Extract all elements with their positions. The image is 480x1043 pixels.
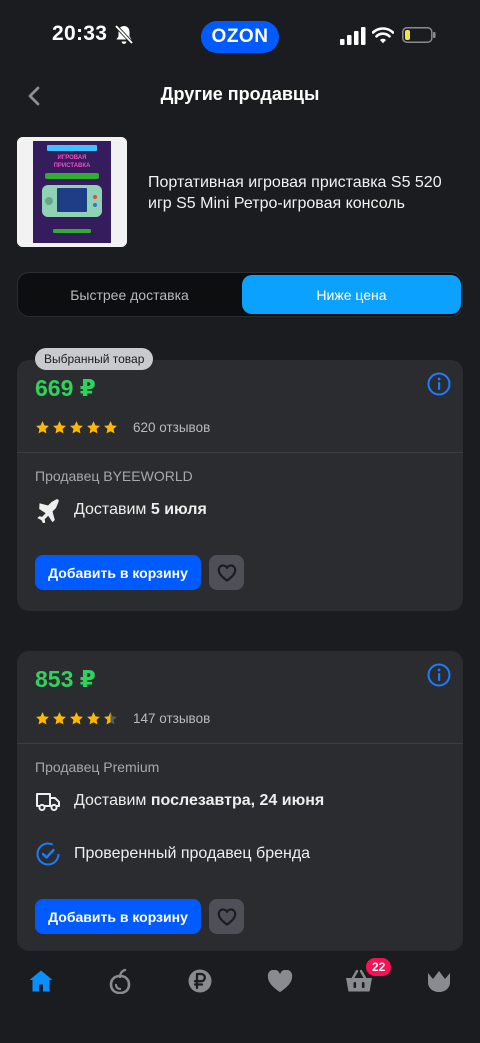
delivery-date-value: послезавтра, 24 июня — [150, 792, 325, 809]
star-icon — [87, 712, 100, 725]
box-text-line1: ИГРОВАЯ — [58, 155, 87, 161]
offer-price: 853 ₽ — [35, 666, 96, 692]
divider — [17, 452, 463, 453]
truck-icon — [36, 793, 60, 812]
fresh-icon — [109, 968, 131, 994]
heart-outline-icon — [217, 563, 236, 582]
bell-off-icon — [114, 24, 134, 45]
home-icon — [29, 970, 53, 992]
rating-stars — [35, 420, 118, 435]
product-image[interactable]: ИГРОВАЯ ПРИСТАВКА — [17, 137, 127, 247]
favorite-button[interactable] — [209, 555, 244, 590]
bottom-navigation: 22 — [0, 952, 480, 1043]
add-to-cart-button[interactable]: Добавить в корзину — [35, 899, 201, 934]
info-icon[interactable] — [427, 372, 451, 396]
divider — [17, 743, 463, 744]
reviews-count[interactable]: 147 отзывов — [133, 711, 210, 726]
tab-faster-delivery[interactable]: Быстрее доставка — [20, 275, 239, 314]
battery-icon — [402, 27, 436, 43]
delivery-date: Доставим послезавтра, 24 июня — [74, 792, 324, 810]
delivery-prefix: Доставим — [74, 792, 147, 809]
star-icon — [70, 712, 83, 725]
product-title: Портативная игровая приставка S5 520 игр… — [148, 174, 442, 212]
star-icon — [36, 421, 49, 434]
rating-stars — [35, 711, 118, 726]
status-time: 20:33 — [52, 22, 108, 45]
star-icon — [87, 421, 100, 434]
heart-outline-icon — [217, 907, 236, 926]
star-icon — [53, 712, 66, 725]
star-icon — [36, 712, 49, 725]
nav-favorites[interactable] — [260, 966, 300, 996]
ozon-logo: OZON — [201, 21, 279, 53]
offer-price: 669 ₽ — [35, 375, 96, 401]
nav-fresh[interactable] — [100, 966, 140, 996]
selected-item-badge: Выбранный товар — [35, 348, 154, 370]
page-title: Другие продавцы — [160, 84, 320, 104]
star-icon — [53, 421, 66, 434]
delivery-prefix: Доставим — [74, 501, 147, 518]
delivery-date: Доставим 5 июля — [74, 501, 207, 519]
info-icon[interactable] — [427, 663, 451, 687]
signal-icon — [340, 27, 366, 45]
verified-check-icon — [36, 842, 60, 866]
delivery-date-value: 5 июля — [150, 501, 207, 518]
favorite-button[interactable] — [209, 899, 244, 934]
offer-card: 669 ₽ 620 отзывов Продавец BYEEWORLD Дос… — [17, 360, 463, 611]
nav-finance[interactable] — [180, 966, 220, 996]
cart-count-badge: 22 — [366, 958, 392, 976]
offer-card: 853 ₽ 147 отзывов Продавец Premium Доста… — [17, 651, 463, 951]
seller-name[interactable]: Продавец Premium — [35, 759, 159, 775]
star-icon — [104, 421, 117, 434]
box-text-line2: ПРИСТАВКА — [54, 163, 91, 169]
nav-home[interactable] — [21, 966, 61, 996]
airplane-icon — [37, 499, 59, 523]
nav-profile[interactable] — [419, 966, 459, 996]
favorites-icon — [267, 969, 293, 992]
wifi-icon — [372, 27, 394, 44]
reviews-count[interactable]: 620 отзывов — [133, 420, 210, 435]
sort-tabs: Быстрее доставка Ниже цена — [17, 272, 463, 317]
status-bar: 20:33 OZON — [0, 0, 480, 72]
add-to-cart-button[interactable]: Добавить в корзину — [35, 555, 201, 590]
console-box-image: ИГРОВАЯ ПРИСТАВКА — [17, 137, 127, 247]
seller-name[interactable]: Продавец BYEEWORLD — [35, 468, 193, 484]
finance-icon — [188, 969, 212, 993]
profile-icon — [428, 971, 450, 992]
verified-seller-label: Проверенный продавец бренда — [74, 845, 311, 862]
tab-lower-price[interactable]: Ниже цена — [242, 275, 461, 314]
star-half-icon — [104, 712, 117, 725]
star-icon — [70, 421, 83, 434]
